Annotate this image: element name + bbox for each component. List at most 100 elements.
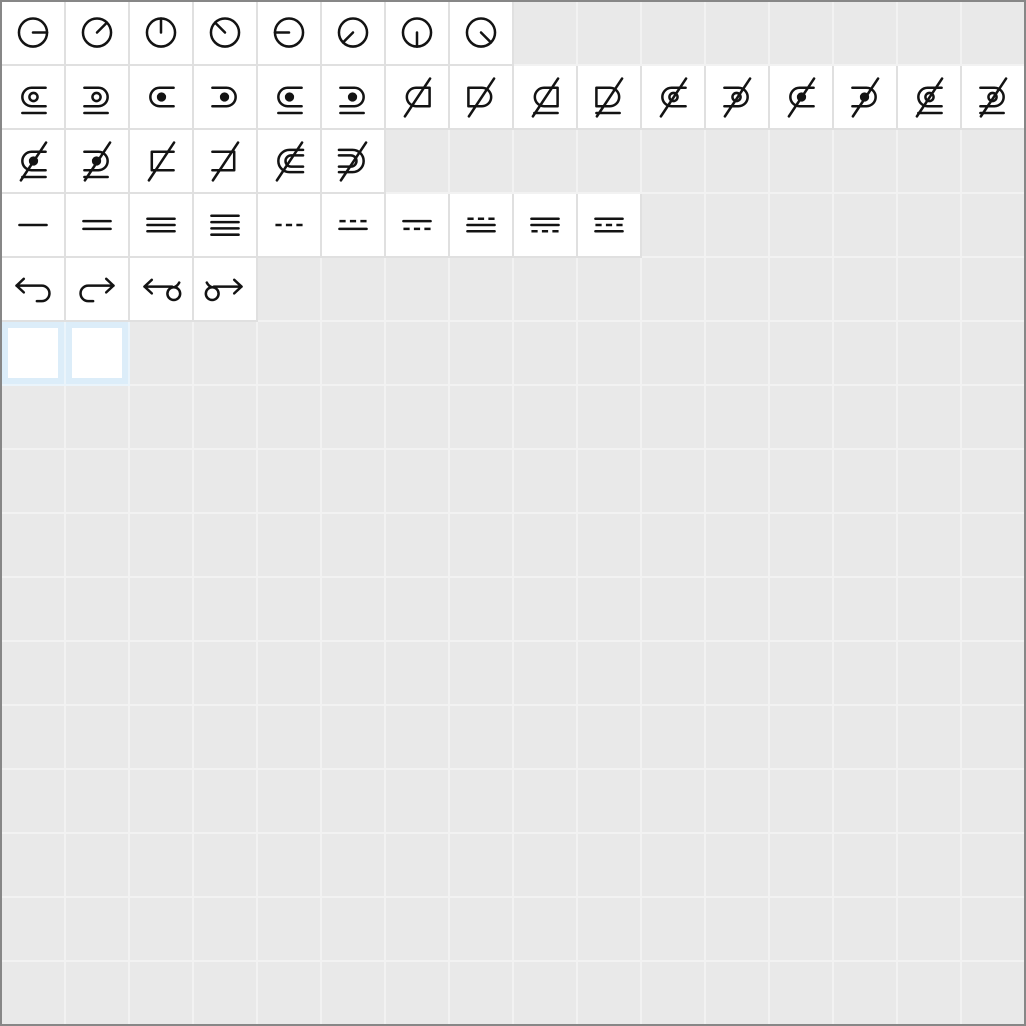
glyph-cell-one-line[interactable] xyxy=(2,194,66,258)
glyph-cell-arrow-right-hook[interactable] xyxy=(66,258,130,322)
empty-cell xyxy=(706,130,770,194)
subset-ring-bar-slash-icon xyxy=(898,66,960,128)
glyph-cell-circle-radius-w[interactable] xyxy=(258,2,322,66)
glyph-cell-arrow-left-hook[interactable] xyxy=(2,258,66,322)
empty-cell xyxy=(642,962,706,1026)
glyph-cell-circle-radius-se[interactable] xyxy=(450,2,514,66)
glyph-cell-solid-over-dashed[interactable] xyxy=(386,194,450,258)
circle-radius-sw-icon xyxy=(322,2,384,64)
glyph-cell-four-lines[interactable] xyxy=(194,194,258,258)
glyph-cell-subset-dot-bar-slash[interactable] xyxy=(2,130,66,194)
empty-cell xyxy=(706,578,770,642)
glyph-cell-circle-radius-e[interactable] xyxy=(2,2,66,66)
glyph-cell-solid-dashed-solid[interactable] xyxy=(578,194,642,258)
empty-cell xyxy=(770,2,834,66)
empty-cell xyxy=(898,834,962,898)
selected-empty-cell[interactable] xyxy=(2,322,66,386)
closed-subset-bar-slash-icon xyxy=(514,66,576,128)
glyph-cell-square-superset-slash[interactable] xyxy=(194,130,258,194)
glyph-cell-circle-radius-ne[interactable] xyxy=(66,2,130,66)
glyph-cell-subset-dot-slash[interactable] xyxy=(770,66,834,130)
empty-cell xyxy=(514,130,578,194)
empty-cell xyxy=(962,322,1026,386)
empty-cell xyxy=(642,194,706,258)
empty-cell xyxy=(706,962,770,1026)
glyph-cell-circle-radius-sw[interactable] xyxy=(322,2,386,66)
character-map-window xyxy=(0,0,1026,1026)
glyph-cell-circle-radius-n[interactable] xyxy=(130,2,194,66)
superset-dot-slash-icon xyxy=(834,66,896,128)
glyph-cell-arrow-right-loop[interactable] xyxy=(194,258,258,322)
glyph-cell-closed-subset-bar-slash[interactable] xyxy=(514,66,578,130)
subset-dot-slash-icon xyxy=(770,66,832,128)
dashed-solid-solid-icon xyxy=(450,194,512,256)
empty-cell xyxy=(194,386,258,450)
empty-cell xyxy=(386,898,450,962)
glyph-cell-dashed-solid-solid[interactable] xyxy=(450,194,514,258)
empty-cell xyxy=(322,578,386,642)
glyph-cell-double-superset-slash[interactable] xyxy=(322,130,386,194)
empty-cell xyxy=(578,258,642,322)
empty-cell xyxy=(322,834,386,898)
empty-cell xyxy=(386,770,450,834)
glyph-cell-superset-dot-slash[interactable] xyxy=(834,66,898,130)
empty-cell xyxy=(578,706,642,770)
empty-cell xyxy=(450,770,514,834)
empty-cell xyxy=(578,898,642,962)
glyph-cell-subset-dot[interactable] xyxy=(130,66,194,130)
arrow-right-hook-icon xyxy=(66,258,128,320)
glyph-cell-solid-solid-dashed[interactable] xyxy=(514,194,578,258)
glyph-cell-closed-subset-slash[interactable] xyxy=(386,66,450,130)
subset-dot-icon xyxy=(130,66,192,128)
glyph-cell-superset-ring-bar[interactable] xyxy=(66,66,130,130)
glyph-cell-square-subset-slash[interactable] xyxy=(130,130,194,194)
one-line-icon xyxy=(2,194,64,256)
glyph-cell-superset-ring-bar-slash[interactable] xyxy=(962,66,1026,130)
empty-cell xyxy=(386,130,450,194)
empty-cell xyxy=(706,642,770,706)
glyph-cell-three-lines[interactable] xyxy=(130,194,194,258)
glyph-cell-double-subset-slash[interactable] xyxy=(258,130,322,194)
empty-cell xyxy=(514,642,578,706)
circle-radius-e-icon xyxy=(2,2,64,64)
glyph-cell-superset-ring-slash[interactable] xyxy=(706,66,770,130)
glyph-cell-superset-dot[interactable] xyxy=(194,66,258,130)
empty-cell xyxy=(706,514,770,578)
glyph-cell-circle-radius-nw[interactable] xyxy=(194,2,258,66)
glyph-cell-closed-superset-slash[interactable] xyxy=(450,66,514,130)
empty-cell xyxy=(514,770,578,834)
glyph-cell-superset-dot-bar-slash[interactable] xyxy=(66,130,130,194)
glyph-cell-subset-ring-slash[interactable] xyxy=(642,66,706,130)
empty-cell xyxy=(258,258,322,322)
empty-cell xyxy=(514,706,578,770)
empty-cell xyxy=(642,898,706,962)
glyph-cell-circle-radius-s[interactable] xyxy=(386,2,450,66)
empty-cell xyxy=(130,642,194,706)
glyph-cell-subset-ring-bar[interactable] xyxy=(2,66,66,130)
arrow-right-loop-icon xyxy=(194,258,256,320)
empty-cell xyxy=(2,450,66,514)
glyph-cell-arrow-left-loop[interactable] xyxy=(130,258,194,322)
glyph-cell-subset-ring-bar-slash[interactable] xyxy=(898,66,962,130)
glyph-cell-one-dashed-line[interactable] xyxy=(258,194,322,258)
empty-cell xyxy=(194,898,258,962)
empty-cell xyxy=(450,322,514,386)
empty-cell xyxy=(642,2,706,66)
empty-cell xyxy=(578,770,642,834)
empty-cell xyxy=(514,322,578,386)
empty-cell xyxy=(2,834,66,898)
glyph-cell-superset-dot-bar[interactable] xyxy=(322,66,386,130)
empty-cell xyxy=(258,898,322,962)
glyph-cell-subset-dot-bar[interactable] xyxy=(258,66,322,130)
empty-cell xyxy=(386,578,450,642)
empty-cell xyxy=(706,898,770,962)
glyph-cell-dashed-over-solid[interactable] xyxy=(322,194,386,258)
empty-cell xyxy=(450,258,514,322)
glyph-cell-closed-superset-bar-slash[interactable] xyxy=(578,66,642,130)
empty-cell xyxy=(706,194,770,258)
selected-empty-cell[interactable] xyxy=(66,322,130,386)
empty-cell xyxy=(770,706,834,770)
empty-cell xyxy=(386,642,450,706)
empty-cell xyxy=(642,258,706,322)
glyph-cell-two-lines[interactable] xyxy=(66,194,130,258)
